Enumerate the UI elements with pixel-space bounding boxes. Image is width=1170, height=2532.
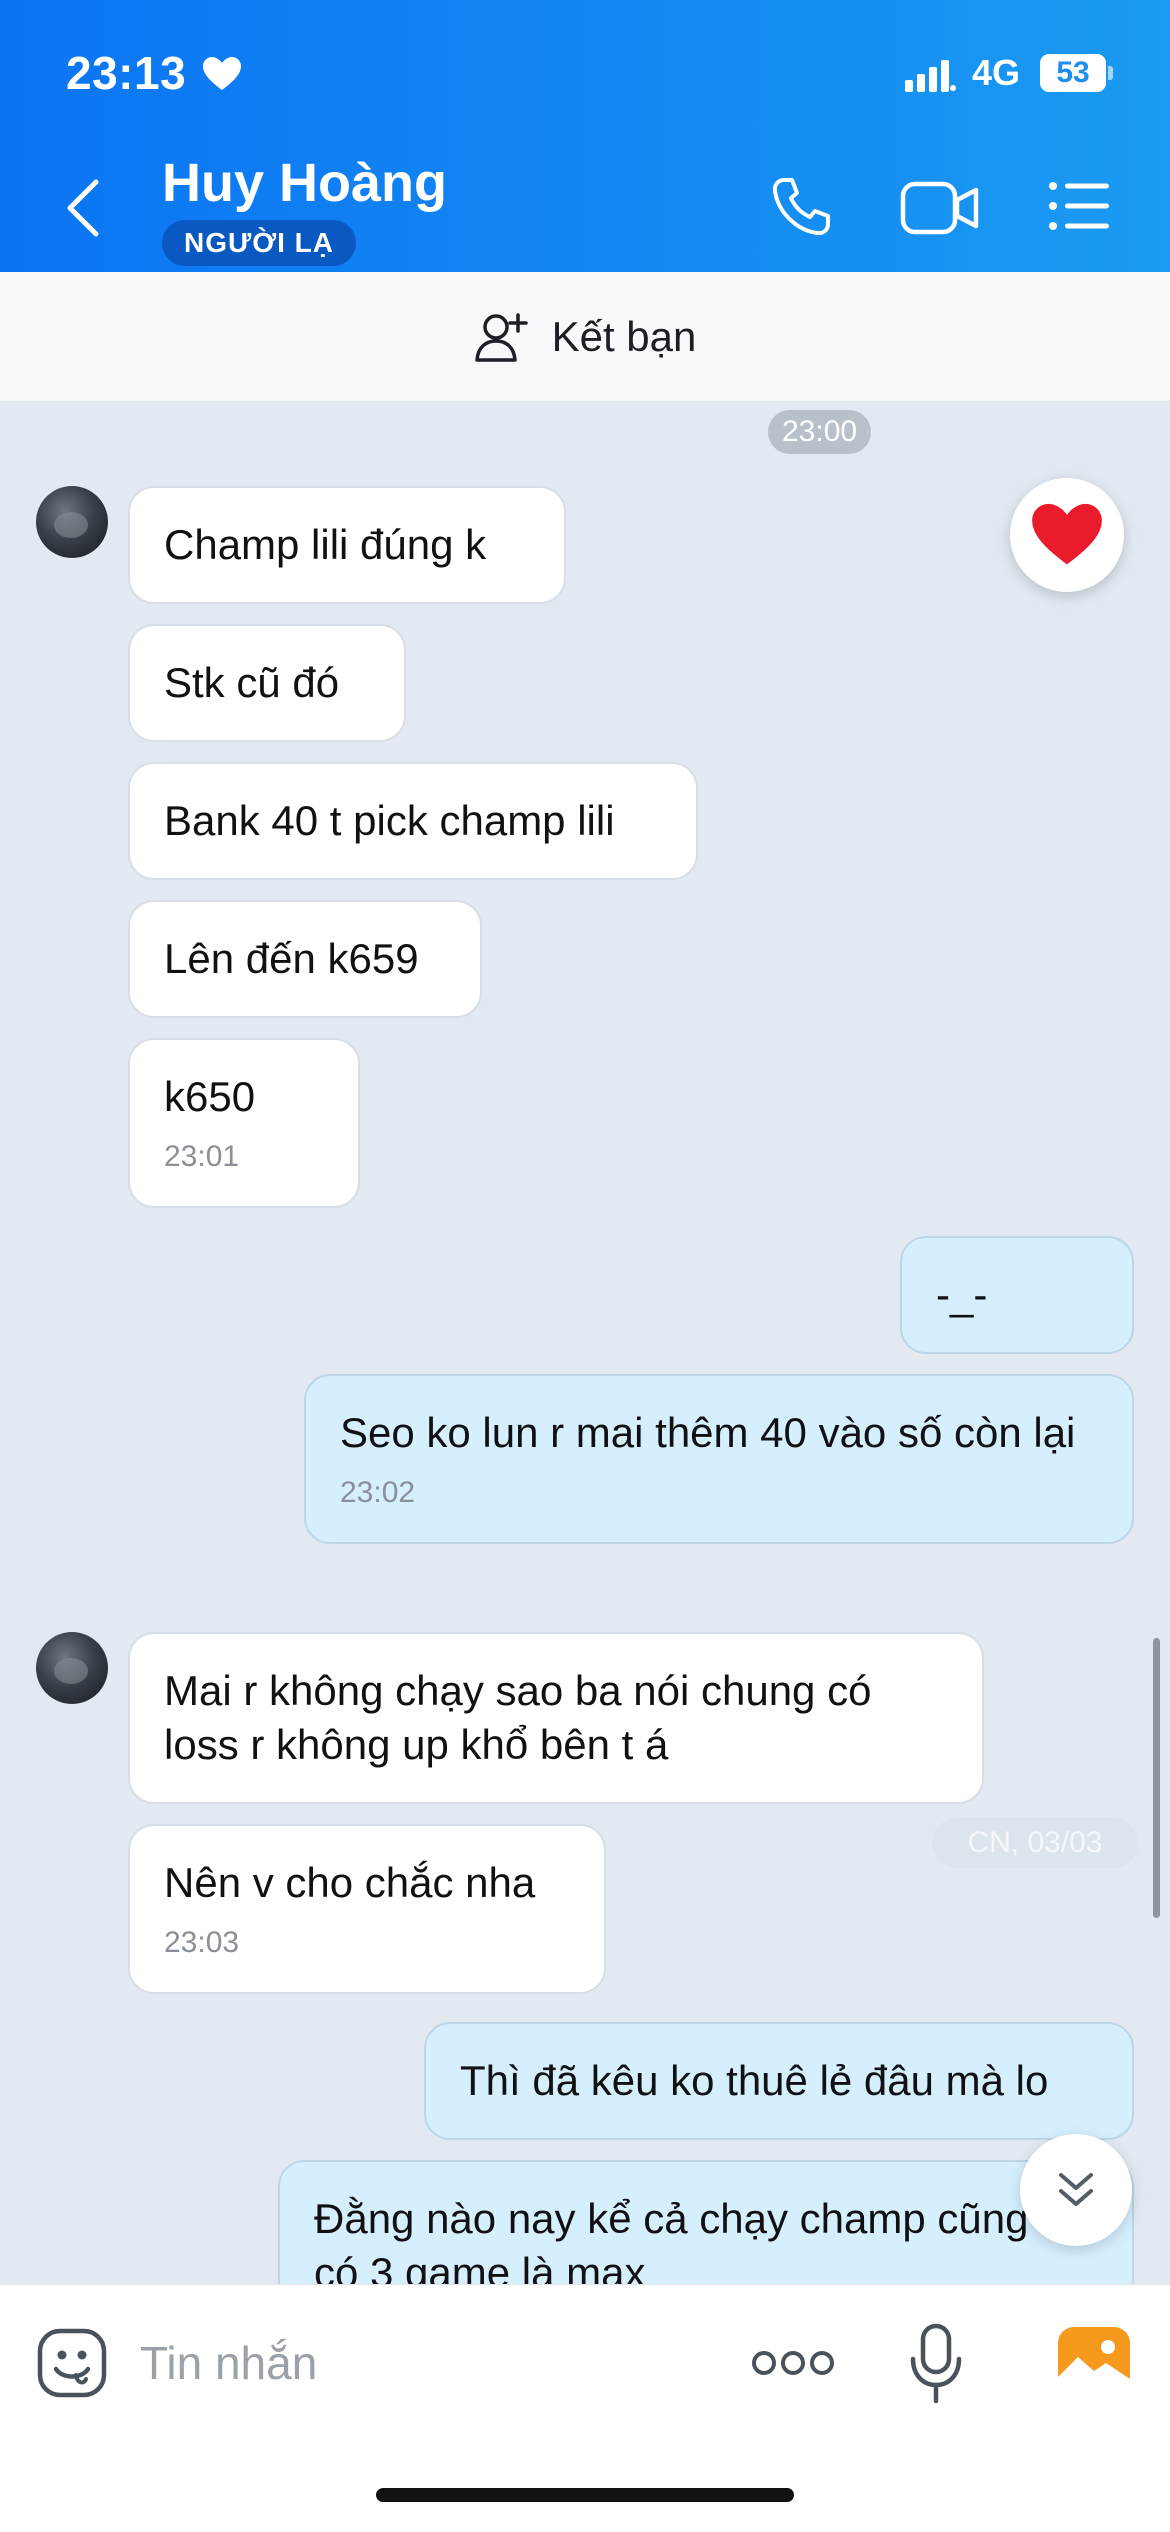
message-time: 23:03 [164,1926,240,1959]
microphone-icon[interactable] [908,2323,964,2405]
message-text: -_- [936,1271,988,1318]
contact-name[interactable]: Huy Hoàng [162,152,447,214]
message-time: 23:02 [340,1476,416,1509]
network-type: 4G [972,52,1021,93]
heart-status-icon [203,57,241,90]
chat-header: 23:13 4G 53 Huy Hoàng NGƯỜI LẠ [0,0,1170,272]
add-user-icon [474,312,528,362]
battery-level: 53 [1040,54,1106,92]
message-bubble[interactable]: Seo ko lun r mai thêm 40 vào số còn lại … [304,1374,1134,1544]
scrollbar[interactable] [1153,1638,1160,1918]
double-chevron-down-icon [1059,2173,1093,2206]
message-bubble[interactable]: -_- [900,1236,1134,1354]
stranger-badge: NGƯỜI LẠ [162,220,356,266]
message-text: Stk cũ đó [164,659,340,706]
message-time: 23:01 [164,1140,240,1173]
more-options-icon[interactable] [750,2349,836,2377]
avatar[interactable] [36,1632,108,1704]
time-pill: 23:00 [768,410,872,454]
list-menu-icon[interactable] [1048,180,1110,232]
signal-icon [905,60,956,92]
react-heart-button[interactable] [1010,478,1124,592]
battery-tip [1108,66,1113,80]
date-divider: CN, 03/03 [932,1818,1138,1868]
message-text: k650 [164,1073,256,1120]
add-friend-button[interactable]: Kết bạn [0,272,1170,402]
phone-call-icon[interactable] [770,176,832,238]
add-friend-label: Kết bạn [551,312,697,360]
message-bubble[interactable]: Thì đã kêu ko thuê lẻ đâu mà lo [424,2022,1134,2140]
message-bubble[interactable]: Stk cũ đó [128,624,406,742]
message-bubble[interactable]: Bank 40 t pick champ lili [128,762,698,880]
message-text: Seo ko lun r mai thêm 40 vào số còn lại [340,1409,1076,1456]
home-indicator[interactable] [376,2488,794,2502]
scroll-to-bottom-button[interactable] [1020,2134,1132,2246]
message-bubble[interactable]: Nên v cho chắc nha 23:03 [128,1824,606,1994]
message-bubble[interactable]: Đằng nào nay kể cả chạy champ cũng đc có… [278,2160,1134,2284]
battery-icon: 53 [1040,54,1113,92]
video-call-icon[interactable] [900,180,980,236]
heart-icon [1032,503,1102,565]
gallery-icon[interactable] [1056,2325,1132,2395]
message-bubble[interactable]: Mai r không chạy sao ba nói chung có los… [128,1632,984,1804]
message-text: Nên v cho chắc nha [164,1859,536,1906]
message-text: Champ lili đúng k [164,521,487,568]
back-icon[interactable] [62,178,106,238]
message-input[interactable] [140,2321,720,2405]
status-time: 23:13 [66,47,187,99]
message-text: Thì đã kêu ko thuê lẻ đâu mà lo [460,2057,1049,2104]
message-text: Lên đến k659 [164,935,419,982]
message-text: Đằng nào nay kể cả chạy champ cũng đc có… [314,2195,1085,2284]
message-text: Mai r không chạy sao ba nói chung có los… [164,1667,872,1768]
message-text: Bank 40 t pick champ lili [164,797,615,844]
message-bubble[interactable]: Lên đến k659 [128,900,482,1018]
message-bubble[interactable]: Champ lili đúng k [128,486,566,604]
message-bubble[interactable]: k650 23:01 [128,1038,360,1208]
sticker-icon[interactable] [36,2327,108,2399]
avatar[interactable] [36,486,108,558]
